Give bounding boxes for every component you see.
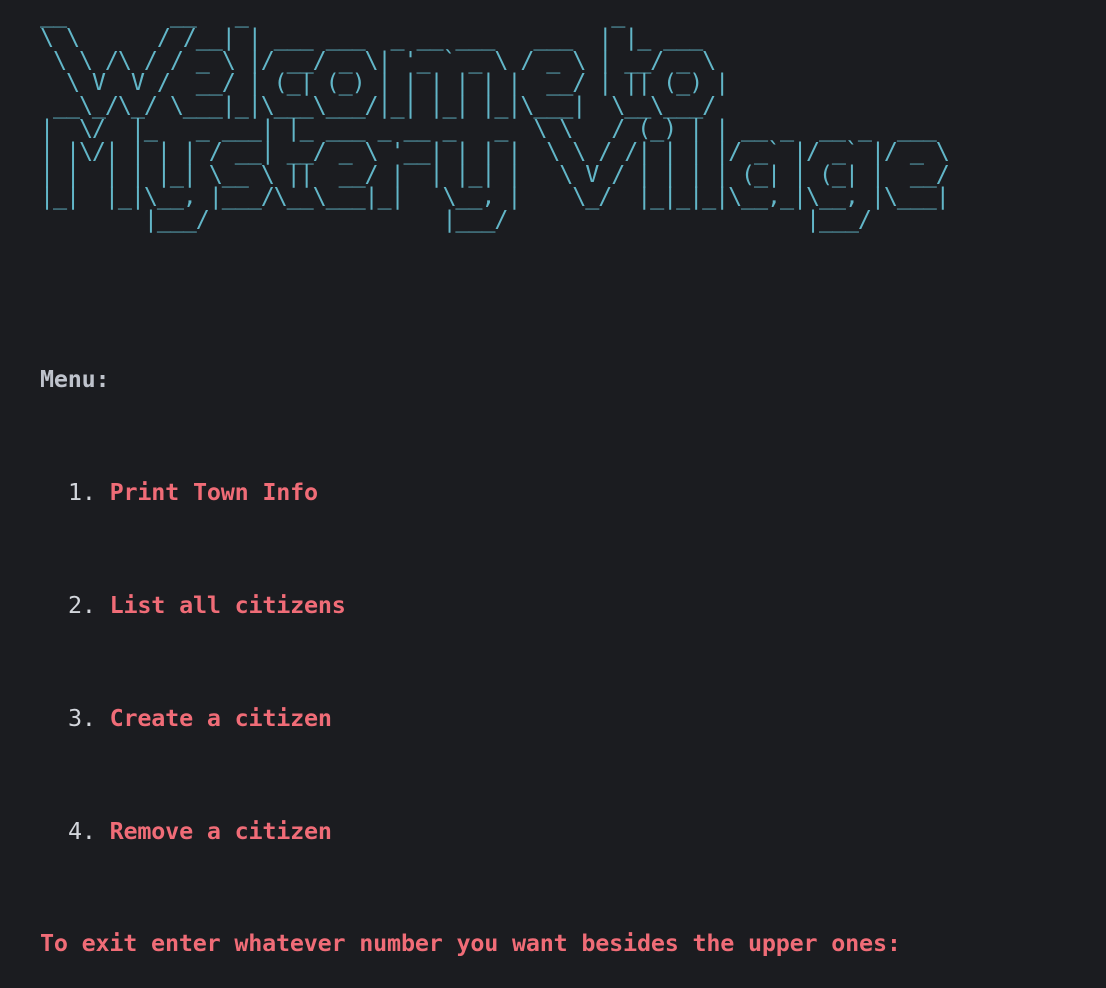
menu: Menu: 1. Print Town Info 2. List all cit… bbox=[40, 309, 901, 988]
menu-item-label: List all citizens bbox=[109, 591, 346, 620]
exit-prompt: To exit enter whatever number you want b… bbox=[40, 929, 901, 958]
menu-item-number: 4. bbox=[68, 816, 96, 845]
terminal-window[interactable]: __ __ _ _ \ \ / /__| | ___ ___ _ __ ___ … bbox=[0, 0, 1106, 957]
menu-item-label: Create a citizen bbox=[109, 703, 332, 732]
menu-item-remove-citizen: 4. Remove a citizen bbox=[40, 817, 901, 845]
menu-item-number: 2. bbox=[68, 591, 96, 620]
menu-heading: Menu: bbox=[40, 365, 110, 394]
menu-item-list-citizens: 2. List all citizens bbox=[40, 591, 901, 619]
menu-item-label: Remove a citizen bbox=[109, 816, 332, 845]
menu-item-print-town-info: 1. Print Town Info bbox=[40, 478, 901, 506]
menu-item-number: 1. bbox=[68, 478, 96, 507]
menu-item-label: Print Town Info bbox=[109, 478, 318, 507]
menu-item-create-citizen: 3. Create a citizen bbox=[40, 704, 901, 732]
ascii-art-banner: __ __ _ _ \ \ / /__| | ___ ___ _ __ ___ … bbox=[40, 0, 950, 234]
menu-item-number: 3. bbox=[68, 703, 96, 732]
